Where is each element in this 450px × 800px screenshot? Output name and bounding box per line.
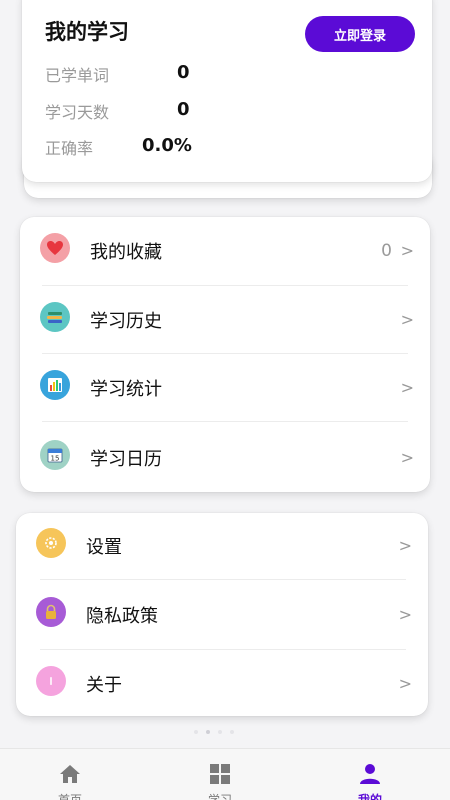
chevron-right-icon: > xyxy=(398,605,412,624)
page-dot xyxy=(230,730,234,734)
menu-label: 学习统计 xyxy=(90,379,162,400)
study-title: 我的学习 xyxy=(45,20,129,44)
chevron-right-icon: > xyxy=(398,536,412,555)
books-icon xyxy=(40,302,70,332)
study-menu-card: 我的收藏 0 > 学习历史 > 学习统计 > 15 学习日历 > xyxy=(20,217,430,492)
stat-value-accuracy: 0.0% xyxy=(142,135,192,156)
menu-item-about[interactable]: 关于 > xyxy=(16,649,428,717)
favorites-count: 0 xyxy=(381,241,392,261)
stat-value-words: 0 xyxy=(177,62,190,83)
bar-chart-icon xyxy=(40,370,70,400)
menu-item-statistics[interactable]: 学习统计 > xyxy=(20,353,430,421)
stat-row-words: 已学单词 xyxy=(45,61,125,87)
chevron-right-icon: > xyxy=(400,241,414,260)
page-dot xyxy=(194,730,198,734)
menu-label: 我的收藏 xyxy=(90,242,162,263)
menu-item-favorites[interactable]: 我的收藏 0 > xyxy=(20,217,430,285)
menu-item-privacy[interactable]: 隐私政策 > xyxy=(16,579,428,647)
chevron-right-icon: > xyxy=(400,448,414,467)
stat-label: 已学单词 xyxy=(45,66,110,85)
chevron-right-icon: > xyxy=(400,378,414,397)
chevron-right-icon: > xyxy=(398,674,412,693)
heart-icon xyxy=(40,233,70,263)
menu-label: 学习历史 xyxy=(90,311,162,332)
calendar-icon: 15 xyxy=(40,440,70,470)
home-icon xyxy=(60,765,80,783)
nav-label: 首页 xyxy=(57,793,82,800)
nav-item-home[interactable]: 首页 xyxy=(30,749,110,800)
stat-label: 正确率 xyxy=(45,139,94,158)
menu-label: 学习日历 xyxy=(90,449,162,470)
menu-label: 设置 xyxy=(86,537,122,558)
menu-item-settings[interactable]: 设置 > xyxy=(16,513,428,581)
study-summary-card: 我的学习 立即登录 已学单词 0 学习天数 0 正确率 0.0% xyxy=(22,0,432,182)
settings-menu-card: 设置 > 隐私政策 > 关于 > xyxy=(16,513,428,716)
stat-row-days: 学习天数 xyxy=(45,98,125,124)
page-indicator xyxy=(194,730,234,734)
menu-label: 隐私政策 xyxy=(86,606,158,627)
chevron-right-icon: > xyxy=(400,310,414,329)
nav-item-mine[interactable]: 我的 xyxy=(330,749,410,800)
login-button[interactable]: 立即登录 xyxy=(305,16,415,52)
menu-label: 关于 xyxy=(86,675,122,696)
page-dot-active xyxy=(206,730,210,734)
svg-text:15: 15 xyxy=(51,455,60,463)
stat-row-accuracy: 正确率 xyxy=(45,134,125,160)
lock-icon xyxy=(36,597,66,627)
nav-label: 我的 xyxy=(357,793,382,800)
gear-icon xyxy=(36,528,66,558)
page-dot xyxy=(218,730,222,734)
grid-icon xyxy=(210,764,230,784)
info-icon xyxy=(36,666,66,696)
menu-item-history[interactable]: 学习历史 > xyxy=(20,285,430,353)
bottom-nav: 首页 学习 我的 xyxy=(0,748,450,800)
user-icon xyxy=(360,764,380,784)
stat-value-days: 0 xyxy=(177,99,190,120)
nav-item-study[interactable]: 学习 xyxy=(180,749,260,800)
menu-item-calendar[interactable]: 15 学习日历 > xyxy=(20,421,430,489)
stat-label: 学习天数 xyxy=(45,103,110,122)
nav-label: 学习 xyxy=(207,793,232,800)
